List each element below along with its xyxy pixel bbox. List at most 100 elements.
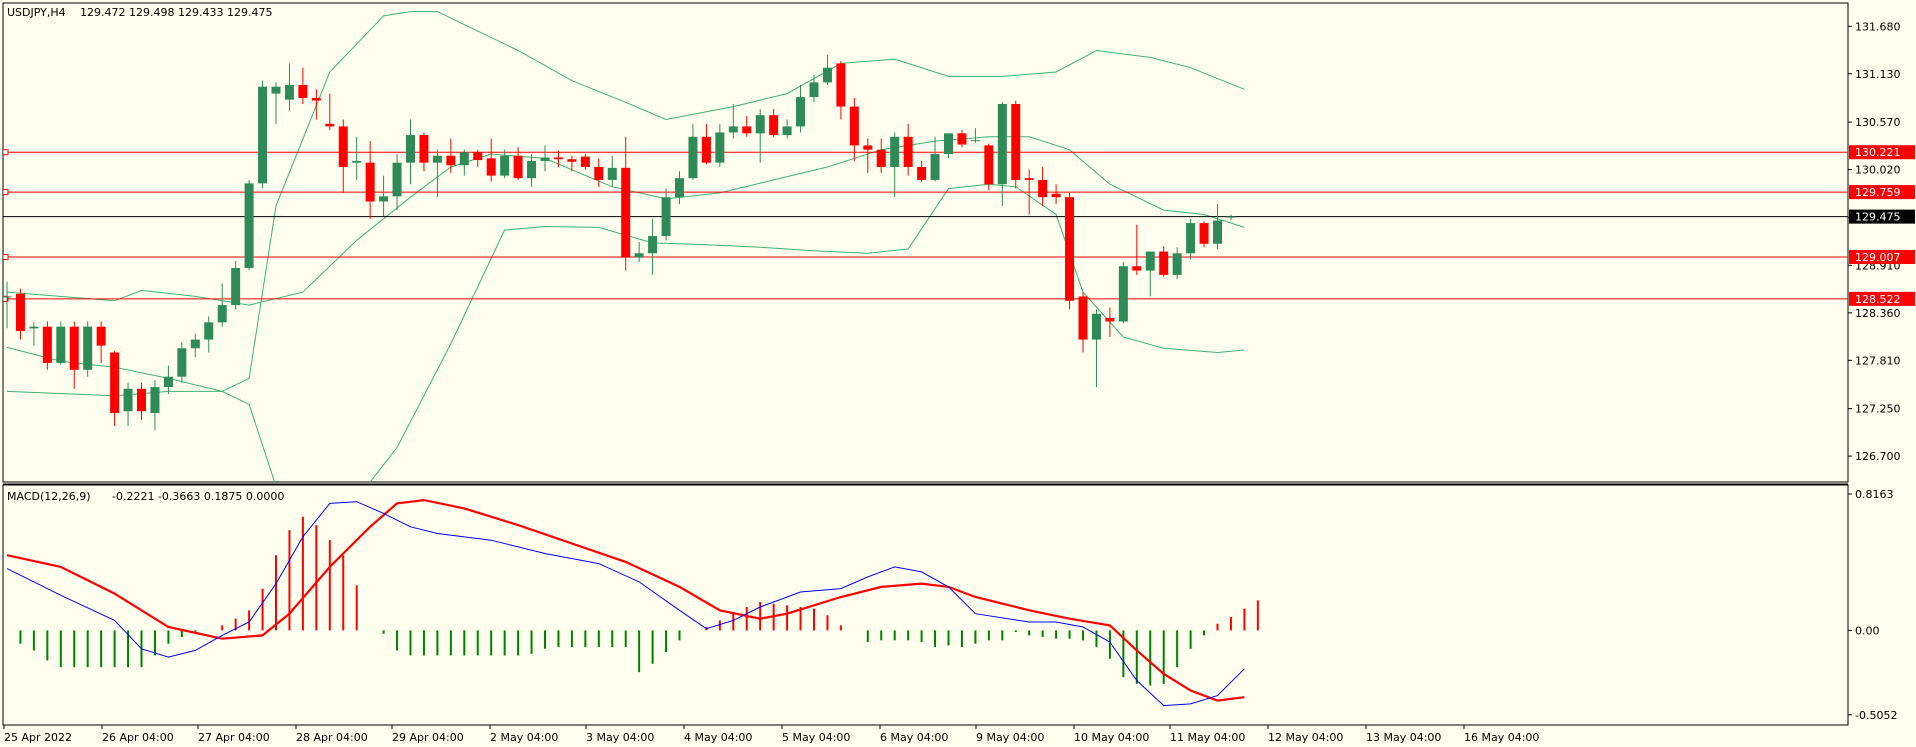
time-tick-label: 27 Apr 04:00	[198, 731, 270, 744]
candle-body	[930, 154, 940, 180]
price-tick-label: 131.680	[1855, 20, 1901, 33]
candle-body	[984, 145, 994, 185]
candle-body	[782, 126, 792, 136]
candle-body	[352, 160, 362, 163]
candle-body	[1065, 197, 1075, 301]
level-price-label: 130.221	[1855, 146, 1901, 159]
price-tick-label: 128.360	[1855, 307, 1901, 320]
candle-body	[406, 135, 415, 163]
candle-body	[258, 86, 268, 184]
time-tick-label: 11 May 04:00	[1170, 731, 1245, 744]
candle-body	[1199, 223, 1209, 244]
candle-body	[1213, 220, 1222, 244]
candle-body	[1172, 253, 1182, 275]
candle-body	[96, 326, 106, 346]
candle-body	[1118, 266, 1128, 322]
candle-body	[621, 167, 631, 258]
candle-body	[338, 126, 348, 167]
time-tick-label: 4 May 04:00	[684, 731, 752, 744]
time-tick-label: 28 Apr 04:00	[296, 731, 368, 744]
candle-body	[688, 136, 698, 179]
candle-body	[231, 267, 241, 306]
level-price-label: 128.522	[1855, 293, 1901, 306]
candle-body	[648, 236, 658, 254]
candle-body	[446, 155, 456, 166]
ohlc-label: 129.472 129.498 129.433 129.475	[80, 6, 272, 19]
candle-body	[970, 140, 980, 142]
candle-body	[177, 348, 187, 377]
candle-body	[567, 159, 577, 162]
candle-body	[473, 152, 483, 161]
candle-body	[244, 183, 254, 268]
candle-body	[150, 387, 160, 413]
candle-body	[1038, 179, 1048, 198]
price-tick-label: 130.020	[1855, 164, 1901, 177]
candle-body	[311, 97, 321, 101]
macd-tick-label: 0.00	[1855, 624, 1880, 637]
candle-body	[836, 63, 846, 107]
time-tick-label: 26 Apr 04:00	[102, 731, 174, 744]
price-tick-label: 126.700	[1855, 450, 1901, 463]
candle-body	[607, 167, 617, 180]
macd-tick-label: -0.5052	[1855, 709, 1897, 722]
symbol-label: USDJPY,H4	[7, 6, 66, 19]
price-tick-label: 127.250	[1855, 403, 1901, 416]
candle-body	[204, 322, 214, 340]
time-tick-label: 9 May 04:00	[976, 731, 1044, 744]
candle-body	[634, 253, 644, 258]
time-tick-label: 29 Apr 04:00	[392, 731, 464, 744]
level-handle-2	[3, 253, 9, 260]
candle-body	[540, 157, 550, 161]
candle-body	[419, 135, 429, 163]
candle-body	[527, 160, 537, 179]
candle-body	[1186, 223, 1196, 254]
candle-body	[553, 157, 563, 160]
candle-body	[728, 126, 738, 133]
candle-body	[594, 166, 604, 180]
candle-body	[271, 86, 281, 94]
candle-body	[1091, 313, 1101, 340]
candle-body	[863, 145, 873, 150]
candle-body	[29, 326, 39, 329]
candle-body	[1132, 266, 1142, 271]
candle-body	[1011, 103, 1021, 180]
time-tick-label: 16 May 04:00	[1464, 731, 1539, 744]
candle-body	[580, 156, 590, 167]
candle-body	[944, 133, 953, 155]
candle-body	[796, 97, 806, 127]
candle-body	[83, 326, 93, 370]
candle-body	[69, 326, 79, 370]
candle-body	[769, 115, 779, 136]
level-price-label: 129.007	[1855, 251, 1901, 264]
candle-body	[56, 326, 66, 363]
candle-body	[997, 103, 1007, 185]
candle-body	[392, 162, 402, 197]
candle-body	[957, 133, 967, 145]
candle-body	[500, 155, 510, 176]
candle-body	[190, 339, 200, 349]
candle-body	[123, 388, 133, 412]
candle-body	[432, 155, 442, 163]
macd-tick-label: 0.8163	[1855, 488, 1894, 501]
macd-values-label: -0.2221 -0.3663 0.1875 0.0000	[112, 490, 284, 503]
price-tick-label: 131.130	[1855, 68, 1901, 81]
candle-body	[42, 326, 52, 363]
candle-body	[849, 106, 859, 146]
candle-body	[15, 293, 25, 331]
time-tick-label: 3 May 04:00	[586, 731, 654, 744]
time-tick-label: 10 May 04:00	[1074, 731, 1149, 744]
time-tick-label: 13 May 04:00	[1366, 731, 1441, 744]
candle-body	[809, 82, 819, 98]
candle-body	[459, 152, 469, 166]
candle-body	[486, 158, 496, 176]
candle-body	[917, 166, 927, 180]
candle-body	[715, 132, 725, 163]
candle-body	[217, 305, 227, 323]
candle-body	[1159, 251, 1169, 275]
time-tick-label: 25 Apr 2022	[4, 731, 72, 744]
price-tick-label: 130.570	[1855, 116, 1901, 129]
candle-body	[755, 115, 765, 134]
candle-body	[1105, 318, 1115, 322]
candle-body	[513, 155, 523, 179]
candle-body	[876, 149, 886, 167]
